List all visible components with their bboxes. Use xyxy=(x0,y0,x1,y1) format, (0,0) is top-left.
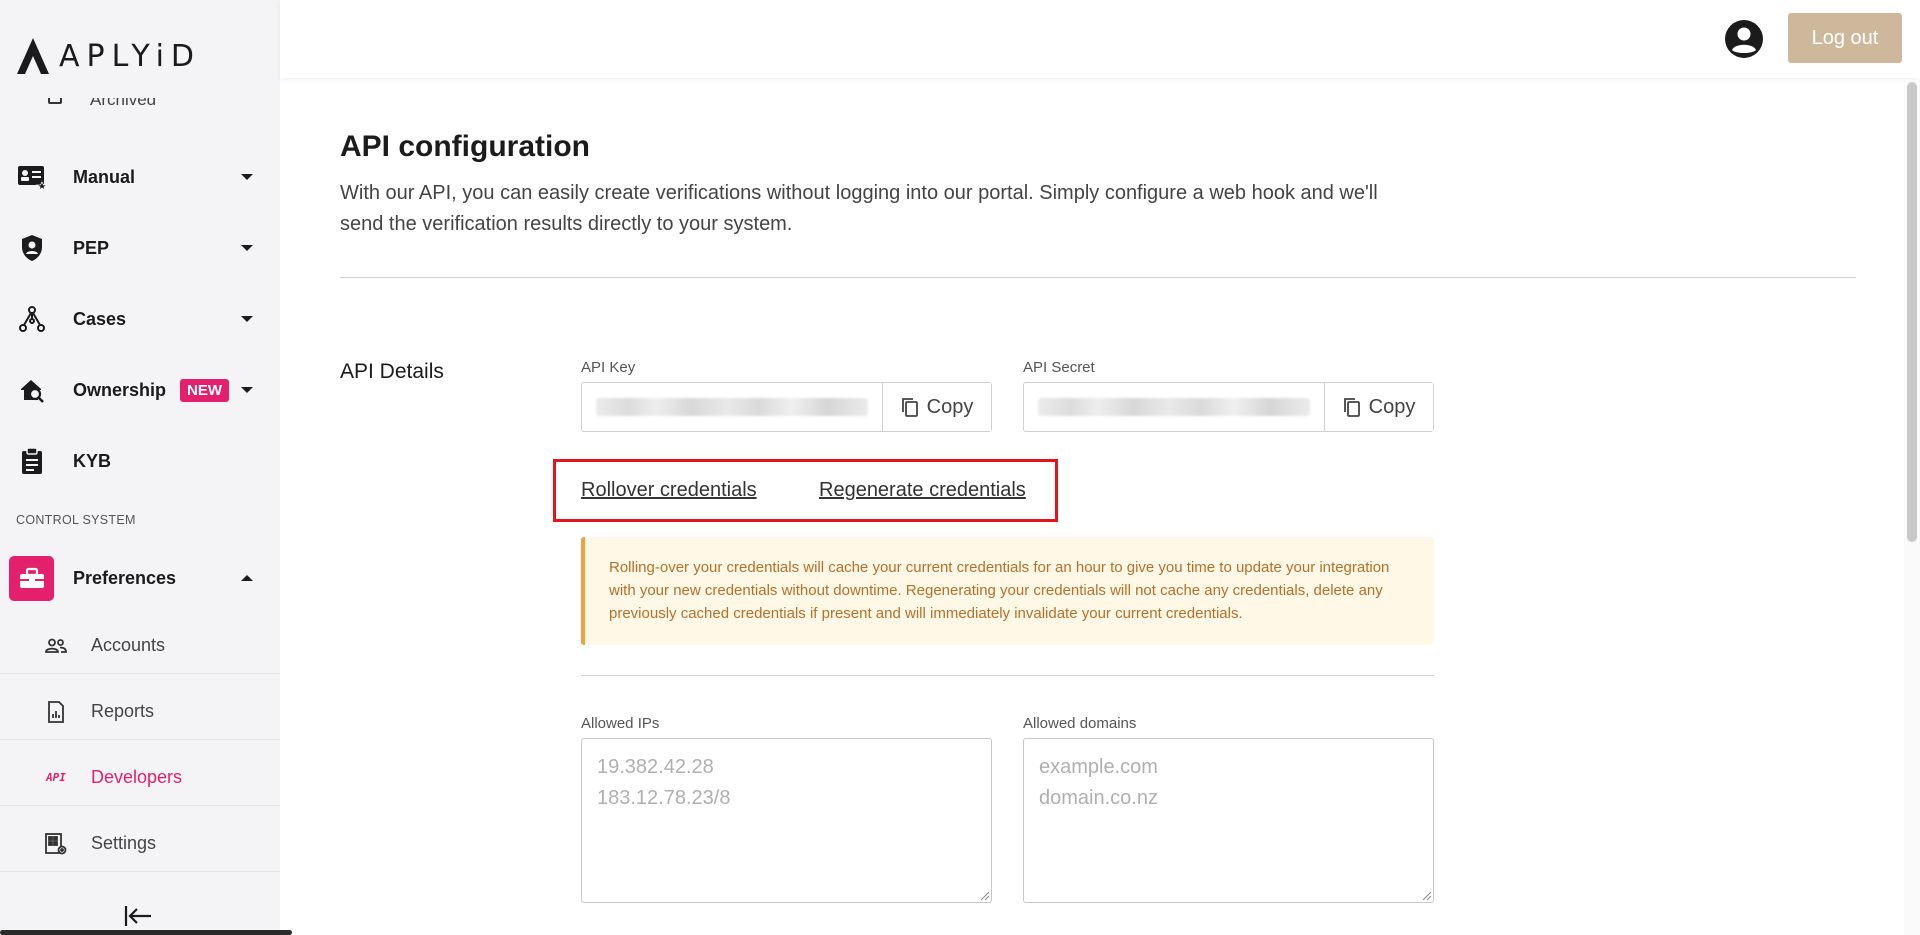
people-icon xyxy=(44,634,68,658)
sidebar-subitem-settings[interactable]: Settings xyxy=(0,816,280,872)
sidebar-item-kyb[interactable]: KYB xyxy=(0,436,280,486)
sidebar-item-cases[interactable]: Cases xyxy=(0,294,280,344)
allowed-domains-label: Allowed domains xyxy=(1023,715,1137,732)
redacted-value xyxy=(596,398,868,416)
sidebar-item-label: Accounts xyxy=(91,635,166,655)
copy-icon xyxy=(901,398,918,417)
allowed-ips-label: Allowed IPs xyxy=(581,715,660,732)
chevron-down-icon[interactable] xyxy=(241,316,253,322)
sidebar-item-label: KYB xyxy=(73,450,112,471)
sidebar-item-label: Ownership xyxy=(73,379,167,400)
user-avatar-icon[interactable] xyxy=(1724,19,1764,59)
chevron-down-icon[interactable] xyxy=(241,387,253,393)
sidebar-subitem-developers[interactable]: API Developers xyxy=(0,750,280,806)
divider xyxy=(340,277,1856,278)
sidebar-item-label: Preferences xyxy=(73,567,177,588)
sidebar-item-label: Settings xyxy=(91,833,157,853)
sidebar-item-label: Developers xyxy=(91,767,183,787)
toolbox-icon xyxy=(9,555,54,601)
home-search-icon xyxy=(16,374,48,406)
chevron-down-icon[interactable] xyxy=(241,245,253,251)
api-secret-value[interactable] xyxy=(1024,383,1325,431)
new-badge: NEW xyxy=(180,378,229,402)
api-key-field: Copy xyxy=(581,382,992,432)
divider xyxy=(581,675,1434,676)
copy-api-key-button[interactable]: Copy xyxy=(883,383,991,431)
clipboard-icon xyxy=(16,445,48,477)
page-title: API configuration xyxy=(340,130,590,163)
aplyid-logo-icon xyxy=(17,38,49,74)
credentials-warning-alert: Rolling-over your credentials will cache… xyxy=(581,537,1434,645)
api-key-value[interactable] xyxy=(582,383,883,431)
copy-icon xyxy=(1343,398,1360,417)
network-icon xyxy=(16,303,48,335)
api-key-label: API Key xyxy=(581,359,636,376)
api-glyph: API xyxy=(46,771,66,784)
brand-logo[interactable]: APLYiD xyxy=(15,36,201,76)
top-header xyxy=(280,0,1920,78)
copy-label: Copy xyxy=(1368,395,1416,418)
sidebar-item-manual[interactable]: Manual xyxy=(0,152,280,202)
section-label-control-system: CONTROL SYSTEM xyxy=(16,513,136,527)
chevron-up-icon[interactable] xyxy=(241,575,253,581)
brand-name: APLYiD xyxy=(59,38,202,74)
sidebar-subitem-reports[interactable]: Reports xyxy=(0,684,280,740)
sidebar-item-pep[interactable]: PEP xyxy=(0,223,280,273)
redacted-value xyxy=(1038,398,1310,416)
collapse-left-icon xyxy=(124,906,151,926)
report-icon xyxy=(44,700,68,724)
api-secret-label: API Secret xyxy=(1023,359,1095,376)
logout-button[interactable]: Log out xyxy=(1788,13,1902,63)
sidebar-item-ownership[interactable]: Ownership NEW xyxy=(0,365,280,415)
credential-actions-highlight: Rollover credentials Regenerate credenti… xyxy=(553,459,1058,522)
section-title-api-details: API Details xyxy=(340,360,444,383)
rollover-credentials-link[interactable]: Rollover credentials xyxy=(581,479,757,502)
resize-handle-icon[interactable] xyxy=(980,891,990,901)
sidebar-subitem-accounts[interactable]: Accounts xyxy=(0,618,280,674)
sidebar-item-label: Manual xyxy=(73,166,136,187)
api-icon: API xyxy=(44,766,68,790)
chevron-down-icon[interactable] xyxy=(241,174,253,180)
shield-person-icon xyxy=(16,232,48,264)
settings-grid-icon xyxy=(44,832,68,856)
archive-icon xyxy=(48,98,62,104)
sidebar-item-label: Reports xyxy=(91,701,155,721)
page-description: With our API, you can easily create veri… xyxy=(340,182,1378,235)
page-scrollbar-thumb[interactable] xyxy=(1907,82,1917,542)
sidebar-item-label: PEP xyxy=(73,237,110,258)
allowed-ips-input[interactable]: 19.382.42.28 183.12.78.23/8 xyxy=(581,738,992,903)
api-secret-field: Copy xyxy=(1023,382,1434,432)
regenerate-credentials-link[interactable]: Regenerate credentials xyxy=(819,479,1026,502)
allowed-domains-input[interactable]: example.com domain.co.nz xyxy=(1023,738,1434,903)
sidebar: APLYiD Archived Manual PEP Cases Ownersh… xyxy=(0,0,280,935)
sidebar-item-preferences[interactable]: Preferences xyxy=(0,553,280,603)
id-card-icon xyxy=(16,161,48,193)
sidebar-item-label: Cases xyxy=(73,308,127,329)
collapse-sidebar-button[interactable] xyxy=(124,904,152,928)
bottom-edge-bar xyxy=(0,930,292,935)
sidebar-item-label: Archived xyxy=(90,98,157,109)
resize-handle-icon[interactable] xyxy=(1422,891,1432,901)
sidebar-item-archived[interactable]: Archived xyxy=(48,98,208,116)
copy-api-secret-button[interactable]: Copy xyxy=(1325,383,1433,431)
copy-label: Copy xyxy=(926,395,974,418)
